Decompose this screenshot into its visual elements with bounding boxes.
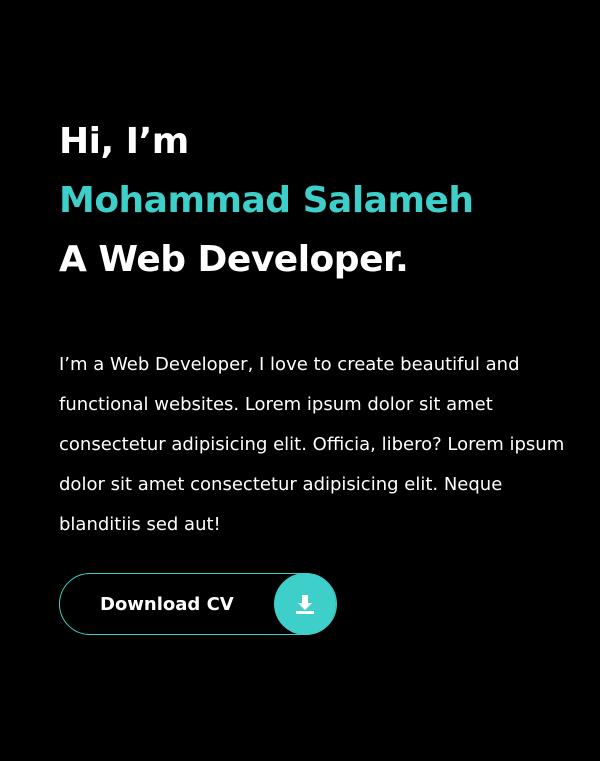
name-text: Mohammad Salameh	[59, 180, 474, 221]
hero-heading: Hi, I’m Mohammad Salameh A Web Developer…	[59, 112, 579, 289]
download-cv-label: Download CV	[100, 593, 234, 615]
greeting-text: Hi, I’m	[59, 121, 189, 162]
role-text: A Web Developer.	[59, 239, 409, 280]
download-cv-button[interactable]: Download CV	[59, 573, 337, 635]
download-icon	[274, 573, 336, 635]
bio-paragraph: I’m a Web Developer, I love to create be…	[59, 354, 565, 535]
